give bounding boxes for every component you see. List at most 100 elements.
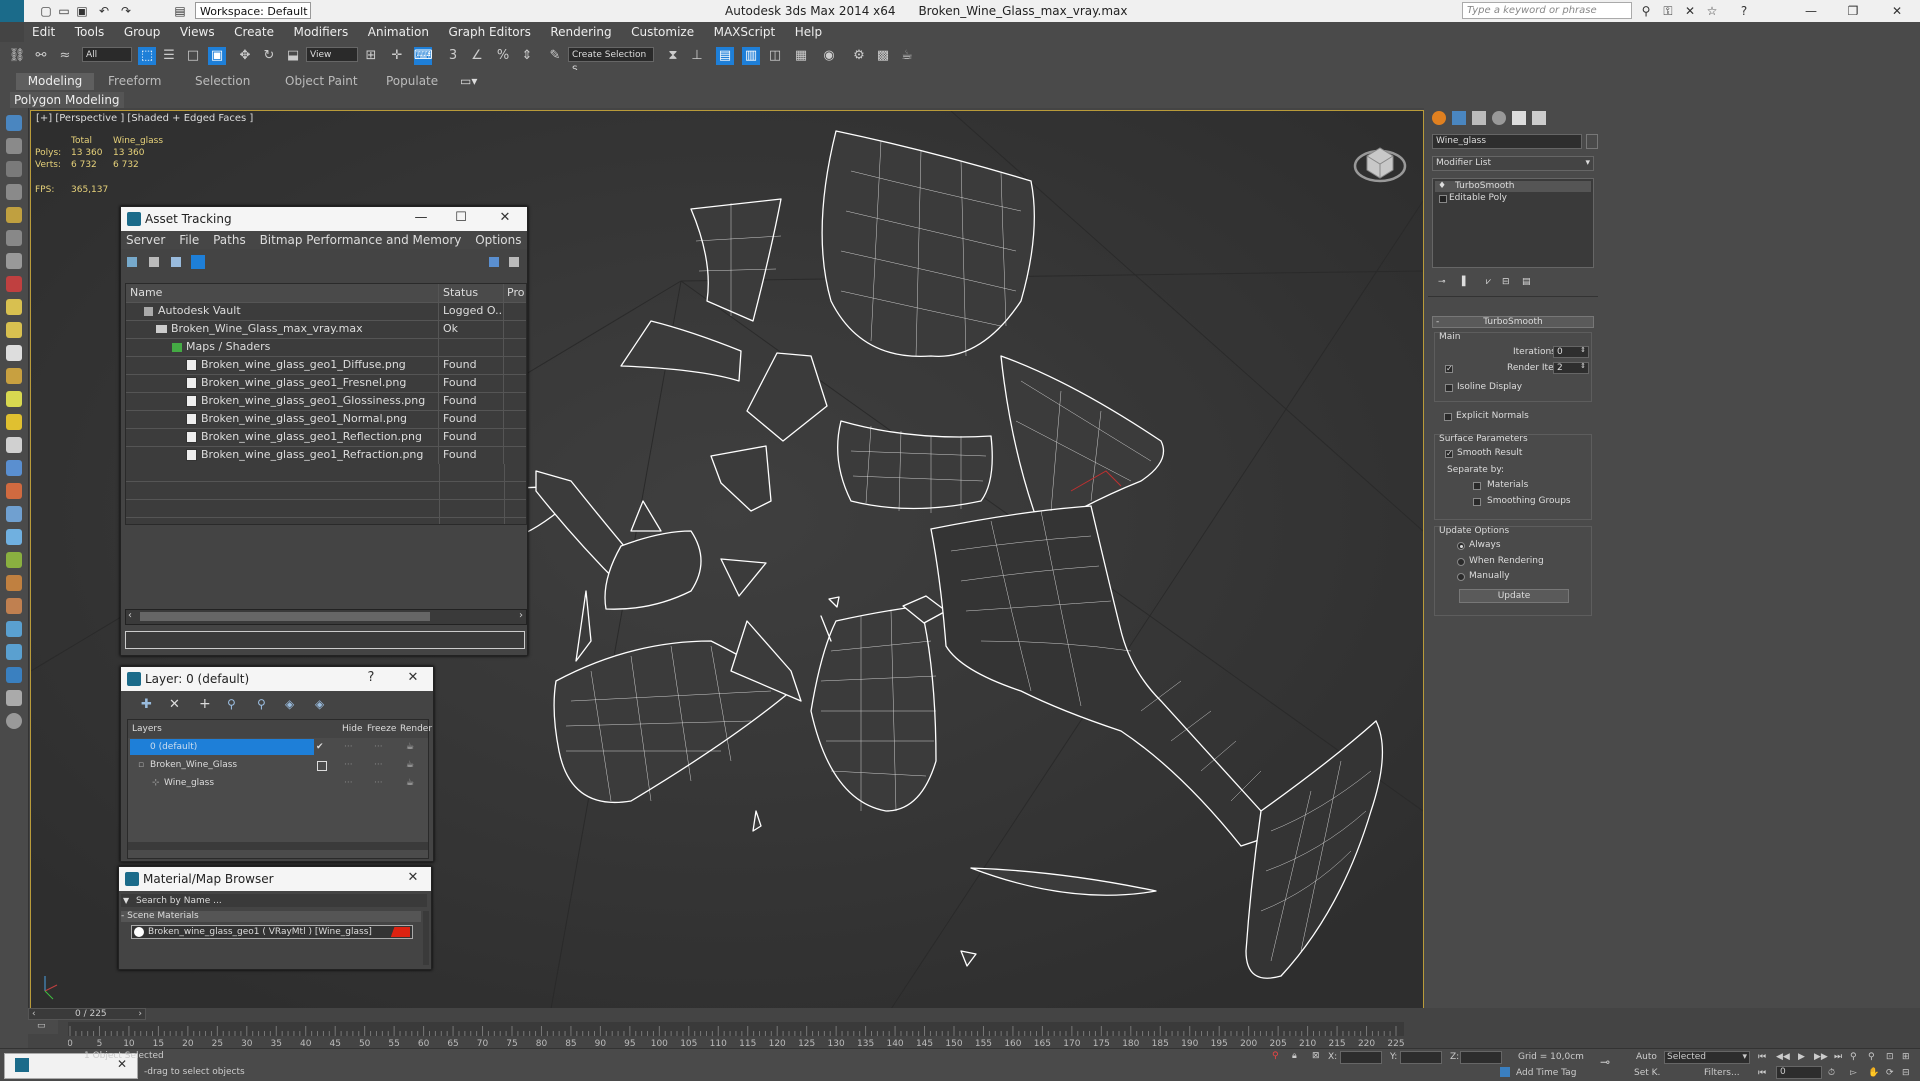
add-time-tag[interactable]: Add Time Tag: [1516, 1068, 1576, 1078]
hand-tool-icon[interactable]: [6, 598, 22, 614]
camera-tool-icon[interactable]: [6, 253, 22, 269]
help-icon[interactable]: ?: [1736, 3, 1752, 19]
timeline-ruler[interactable]: 0 5 10 15 20 25 30 35 40 45 50 55 60 65 70 75 80 85 90 95 10…: [68, 1022, 1404, 1048]
unlink-icon[interactable]: ⚯: [32, 47, 50, 65]
tab-modeling[interactable]: Modeling: [16, 73, 94, 90]
zoom-extents-icon[interactable]: ⊡: [1886, 1052, 1894, 1062]
layer-titlebar[interactable]: Layer: 0 (default) ? ✕: [121, 667, 433, 691]
when-rendering-radio[interactable]: [1457, 558, 1465, 566]
select-scale-icon[interactable]: ⬓: [284, 47, 302, 65]
align-icon[interactable]: ⊥: [688, 47, 706, 65]
smooth-result-checkbox[interactable]: ✓: [1445, 450, 1453, 458]
asset-menu-bitmap[interactable]: Bitmap Performance and Memory: [260, 233, 462, 247]
open-file-icon[interactable]: ▭: [56, 3, 72, 19]
go-to-start-icon[interactable]: ⏮: [1758, 1052, 1766, 1062]
expand-box-icon[interactable]: [1439, 195, 1447, 203]
layer-scrollbar[interactable]: [128, 842, 428, 850]
new-layer-icon[interactable]: ✚: [141, 697, 152, 712]
asset-refresh-icon[interactable]: [127, 257, 137, 267]
layer-close-button[interactable]: ✕: [403, 670, 423, 685]
render-tool-icon[interactable]: [6, 621, 22, 637]
key-mode-icon[interactable]: ⏮: [1758, 1068, 1766, 1078]
spinner-arrows-icon[interactable]: ⇕: [1580, 362, 1586, 370]
shape-tool-icon[interactable]: [6, 230, 22, 246]
keyword-search-input[interactable]: Type a keyword or phrase: [1462, 2, 1632, 19]
asset-help-icon[interactable]: [489, 257, 499, 267]
render-teapot-icon[interactable]: ☕: [406, 774, 414, 792]
smoothing-groups-checkbox[interactable]: [1473, 498, 1481, 506]
material-item[interactable]: Broken_wine_glass_geo1 ( VRayMtl ) [Wine…: [131, 925, 413, 939]
select-rotate-icon[interactable]: ↻: [260, 47, 278, 65]
table-row[interactable]: Broken_Wine_Glass_max_vray.max Ok: [126, 320, 526, 339]
list-item[interactable]: ⊹ Wine_glass ··· ··· ☕: [128, 774, 428, 792]
table-row[interactable]: Autodesk Vault Logged O...: [126, 302, 526, 321]
manually-radio[interactable]: [1457, 573, 1465, 581]
orbit-icon[interactable]: ⟳: [1886, 1068, 1894, 1078]
asset-tracking-titlebar[interactable]: Asset Tracking — ☐ ✕: [121, 207, 527, 231]
update-button[interactable]: Update: [1459, 589, 1569, 603]
object-color-swatch[interactable]: [1586, 134, 1598, 149]
project-folder-icon[interactable]: ▤: [172, 3, 188, 19]
list-tool-icon[interactable]: [6, 138, 22, 154]
asset-menu-options[interactable]: Options: [475, 233, 521, 247]
render-teapot-icon[interactable]: ☕: [406, 738, 414, 756]
motion-tab-icon[interactable]: [1492, 111, 1506, 125]
menu-help[interactable]: Help: [787, 22, 830, 42]
helper-tool-icon[interactable]: [6, 276, 22, 292]
table-row[interactable]: Broken_wine_glass_geo1_Reflection.png Fo…: [126, 428, 526, 447]
maximize-viewport-icon[interactable]: ⊟: [1902, 1068, 1910, 1078]
col-layers[interactable]: Layers: [132, 720, 162, 738]
turbosmooth-rollout-header[interactable]: - TurboSmooth: [1432, 316, 1594, 328]
current-frame-field[interactable]: 0: [1776, 1066, 1822, 1079]
schematic-view-icon[interactable]: ▦: [792, 47, 810, 65]
viewport-tool-icon[interactable]: [6, 115, 22, 131]
globe-tool-icon[interactable]: [6, 529, 22, 545]
polygon-modeling-panel[interactable]: Polygon Modeling: [10, 92, 124, 108]
asset-grid-view-icon[interactable]: [191, 255, 205, 269]
render-iters-spinner[interactable]: 2 ⇕: [1553, 362, 1589, 374]
render-production-icon[interactable]: ☕: [898, 47, 916, 65]
asset-list-icon[interactable]: [149, 257, 159, 267]
material-browser-close-button[interactable]: ✕: [403, 870, 423, 885]
material-editor-icon[interactable]: ◉: [820, 47, 838, 65]
new-file-icon[interactable]: ▢: [38, 3, 54, 19]
table-tool-icon[interactable]: [6, 184, 22, 200]
sun-tool-icon[interactable]: [6, 414, 22, 430]
select-by-name-icon[interactable]: ☰: [160, 47, 178, 65]
teapot-tool-icon[interactable]: [6, 299, 22, 315]
absolute-mode-icon[interactable]: ⊠: [1312, 1051, 1320, 1061]
remove-modifier-icon[interactable]: ⊟: [1502, 277, 1510, 287]
asset-menu-server[interactable]: Server: [126, 233, 165, 247]
time-config-icon[interactable]: ⏱: [1828, 1068, 1835, 1078]
link-icon[interactable]: ⛓: [8, 47, 26, 65]
hierarchy-tab-icon[interactable]: [1472, 111, 1486, 125]
modify-tab-icon[interactable]: [1452, 111, 1466, 125]
menu-edit[interactable]: Edit: [24, 22, 63, 42]
pan-icon[interactable]: ✋: [1868, 1068, 1879, 1078]
material-scrollbar[interactable]: [423, 911, 429, 965]
utility-tool-icon[interactable]: [6, 690, 22, 706]
next-frame-icon[interactable]: ▶▶: [1814, 1052, 1828, 1062]
biped-tool-icon[interactable]: [6, 575, 22, 591]
menu-create[interactable]: Create: [226, 22, 282, 42]
iterations-spinner[interactable]: 0 ⇕: [1553, 346, 1589, 358]
binoculars-icon[interactable]: ⚲: [1638, 3, 1654, 19]
time-tag-icon[interactable]: [1500, 1067, 1510, 1077]
layer-manager-icon[interactable]: ▤: [716, 47, 734, 65]
menu-tools[interactable]: Tools: [67, 22, 113, 42]
workspace-dropdown[interactable]: Workspace: Default: [195, 2, 311, 19]
save-file-icon[interactable]: ▣: [74, 3, 90, 19]
bone-tool-icon[interactable]: [6, 506, 22, 522]
plant-tool-icon[interactable]: [6, 552, 22, 568]
torus-tool-icon[interactable]: [6, 368, 22, 384]
zoom-extents-all-icon[interactable]: ⊞: [1902, 1052, 1910, 1062]
subscription-icon[interactable]: ⚿: [1660, 3, 1676, 19]
menu-maxscript[interactable]: MAXScript: [706, 22, 784, 42]
selection-lock-icon[interactable]: 🔒︎: [1292, 1051, 1297, 1061]
select-move-icon[interactable]: ✥: [236, 47, 254, 65]
zoom-all-icon[interactable]: ⚲: [1868, 1052, 1875, 1062]
lightbulb-icon[interactable]: ♦: [1438, 181, 1446, 191]
redo-icon[interactable]: ↷: [118, 3, 134, 19]
tab-selection[interactable]: Selection: [195, 73, 250, 90]
omni-tool-icon[interactable]: [6, 437, 22, 453]
